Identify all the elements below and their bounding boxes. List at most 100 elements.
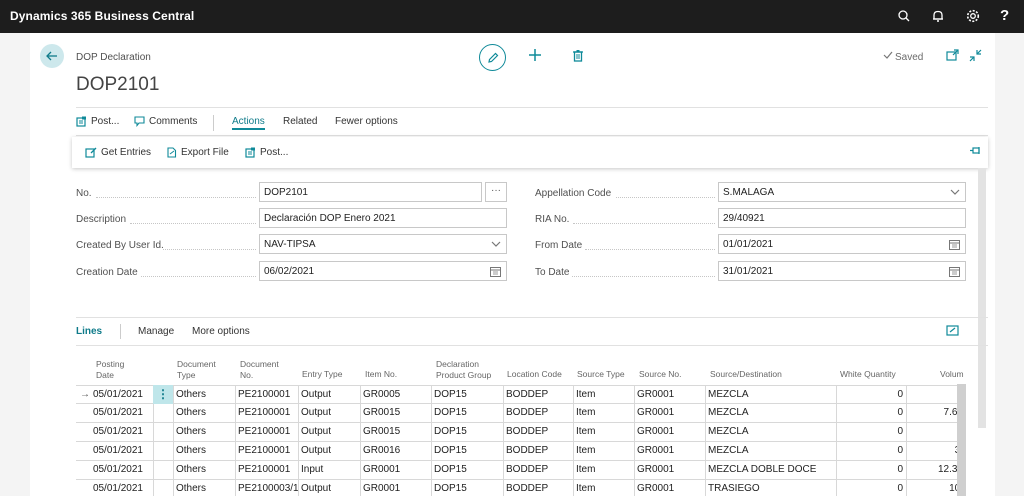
cell-loc[interactable]: BODDEP [503, 480, 573, 496]
cell-item[interactable]: GR0015 [360, 404, 431, 423]
expand-icon[interactable] [946, 325, 959, 339]
no-lookup-button[interactable]: ··· [485, 182, 507, 202]
cell-item[interactable]: GR0001 [360, 480, 431, 496]
chevron-down-icon[interactable] [491, 239, 501, 249]
search-icon[interactable] [896, 8, 912, 24]
post-button[interactable]: Post... [76, 116, 119, 127]
cell-date[interactable]: 05/01/2021 [76, 386, 153, 405]
cell-group[interactable]: DOP15 [431, 461, 503, 480]
cell-group[interactable]: DOP15 [431, 386, 503, 405]
lines-scrollbar[interactable] [957, 384, 966, 496]
cell-loc[interactable]: BODDEP [503, 386, 573, 405]
cell-group[interactable]: DOP15 [431, 480, 503, 496]
add-icon[interactable] [528, 48, 542, 65]
comments-button[interactable]: Comments [134, 116, 197, 127]
cell-entry[interactable]: Output [298, 423, 360, 442]
cell-doctype[interactable]: Others [173, 386, 235, 405]
column-header-group[interactable]: Declaration Product Group [436, 359, 491, 381]
cell-docno[interactable]: PE2100001 [235, 386, 298, 405]
cell-stype[interactable]: Item [573, 480, 634, 496]
column-header-vol[interactable]: Volum [940, 369, 964, 380]
cell-sno[interactable]: GR0001 [634, 404, 705, 423]
collapse-icon[interactable] [969, 49, 982, 65]
cell-row-menu[interactable] [153, 480, 173, 496]
cell-entry[interactable]: Output [298, 442, 360, 461]
to-date-field[interactable]: 31/01/2021 [718, 261, 966, 281]
cell-date[interactable]: 05/01/2021 [76, 442, 153, 461]
more-options-button[interactable]: More options [192, 326, 250, 337]
cell-dest[interactable]: MEZCLA [705, 442, 836, 461]
cell-stype[interactable]: Item [573, 386, 634, 405]
cell-entry[interactable]: Output [298, 404, 360, 423]
tab-related[interactable]: Related [283, 116, 317, 127]
column-header-loc[interactable]: Location Code [507, 369, 562, 380]
cell-row-menu[interactable] [153, 442, 173, 461]
back-button[interactable] [40, 44, 64, 68]
column-header-entry[interactable]: Entry Type [302, 369, 342, 380]
cell-group[interactable]: DOP15 [431, 423, 503, 442]
chevron-down-icon[interactable] [950, 187, 960, 197]
cell-white[interactable]: 0 [836, 442, 906, 461]
cell-dest[interactable]: MEZCLA DOBLE DOCE [705, 461, 836, 480]
cell-sno[interactable]: GR0001 [634, 461, 705, 480]
cell-stype[interactable]: Item [573, 442, 634, 461]
column-header-date[interactable]: Posting Date [96, 359, 124, 381]
table-row[interactable]: 05/01/2021 Others PE2100003/1 Output GR0001 D… [76, 480, 966, 496]
cell-doctype[interactable]: Others [173, 423, 235, 442]
cell-doctype[interactable]: Others [173, 442, 235, 461]
cell-sno[interactable]: GR0001 [634, 423, 705, 442]
cell-item[interactable]: GR0016 [360, 442, 431, 461]
created-by-select[interactable]: NAV-TIPSA [259, 234, 507, 254]
description-field[interactable]: Declaración DOP Enero 2021 [259, 208, 507, 228]
table-row[interactable]: 05/01/2021 Others PE2100001 Output GR0015 DOP… [76, 423, 966, 442]
cell-group[interactable]: DOP15 [431, 404, 503, 423]
gear-icon[interactable] [965, 8, 981, 24]
table-row[interactable]: 05/01/2021 Others PE2100001 Output GR0015 DOP… [76, 404, 966, 423]
creation-date-field[interactable]: 06/02/2021 [259, 261, 507, 281]
help-icon[interactable]: ? [1000, 7, 1016, 24]
cell-doctype[interactable]: Others [173, 404, 235, 423]
cell-date[interactable]: 05/01/2021 [76, 480, 153, 496]
tab-lines[interactable]: Lines [76, 326, 102, 337]
pin-icon[interactable] [970, 146, 982, 156]
calendar-icon[interactable] [949, 266, 960, 277]
cell-doctype[interactable]: Others [173, 480, 235, 496]
cell-row-menu[interactable] [153, 461, 173, 480]
cell-doctype[interactable]: Others [173, 461, 235, 480]
cell-dest[interactable]: MEZCLA [705, 386, 836, 405]
fewer-options-button[interactable]: Fewer options [335, 116, 398, 127]
cell-row-menu[interactable] [153, 423, 173, 442]
cell-stype[interactable]: Item [573, 461, 634, 480]
cell-white[interactable]: 0 [836, 386, 906, 405]
cell-sno[interactable]: GR0001 [634, 442, 705, 461]
cell-item[interactable]: GR0015 [360, 423, 431, 442]
cell-sno[interactable]: GR0001 [634, 480, 705, 496]
cell-docno[interactable]: PE2100001 [235, 442, 298, 461]
cell-stype[interactable]: Item [573, 423, 634, 442]
get-entries-button[interactable]: Get Entries [85, 147, 151, 158]
calendar-icon[interactable] [949, 239, 960, 250]
cell-loc[interactable]: BODDEP [503, 423, 573, 442]
cell-dest[interactable]: TRASIEGO [705, 480, 836, 496]
column-header-item[interactable]: Item No. [365, 369, 397, 380]
manage-button[interactable]: Manage [138, 326, 174, 337]
appellation-select[interactable]: S.MALAGA [718, 182, 966, 202]
no-field[interactable]: DOP2101 [259, 182, 482, 202]
page-scrollbar[interactable] [978, 168, 986, 428]
cell-date[interactable]: 05/01/2021 [76, 423, 153, 442]
cell-docno[interactable]: PE2100001 [235, 404, 298, 423]
row-menu-button[interactable]: ⋮ [153, 385, 173, 404]
column-header-doctype[interactable]: Document Type [177, 359, 216, 381]
delete-icon[interactable] [572, 49, 584, 65]
cell-loc[interactable]: BODDEP [503, 404, 573, 423]
cell-entry[interactable]: Output [298, 480, 360, 496]
cell-docno[interactable]: PE2100003/1 [235, 480, 298, 496]
bell-icon[interactable] [930, 8, 946, 24]
cell-sno[interactable]: GR0001 [634, 386, 705, 405]
cell-stype[interactable]: Item [573, 404, 634, 423]
cell-group[interactable]: DOP15 [431, 442, 503, 461]
export-file-button[interactable]: Export File [166, 147, 229, 158]
table-row[interactable]: → 05/01/2021 Others PE2100001 Output GR0005 DO… [76, 385, 966, 405]
cell-docno[interactable]: PE2100001 [235, 461, 298, 480]
cell-dest[interactable]: MEZCLA [705, 404, 836, 423]
